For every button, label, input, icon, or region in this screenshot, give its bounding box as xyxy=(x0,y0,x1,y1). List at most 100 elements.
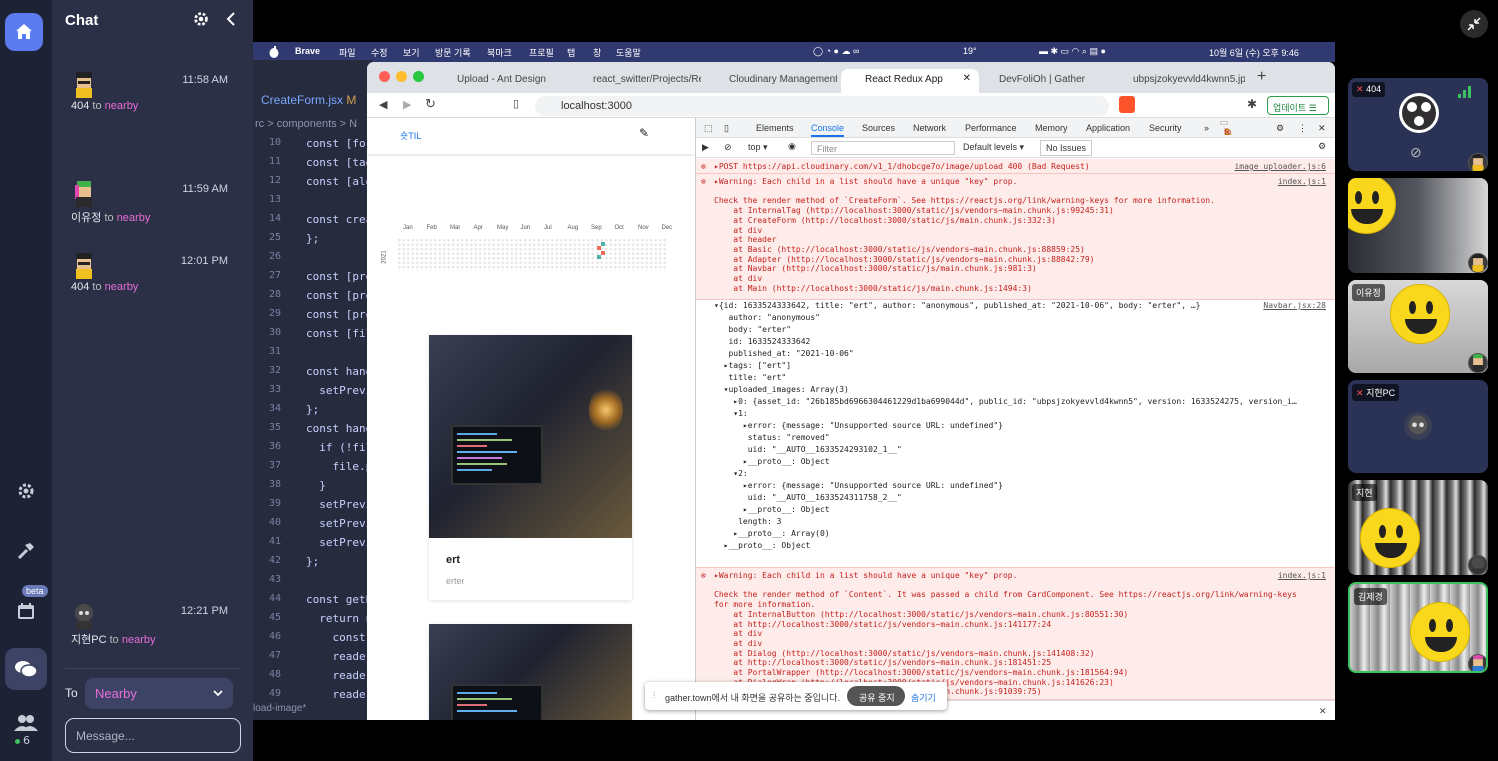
minimize-window-icon[interactable] xyxy=(396,71,407,82)
message-target[interactable]: nearby xyxy=(117,212,151,224)
object-line[interactable]: ▸error: {message: "Unsupported source UR… xyxy=(714,420,1297,432)
build-tools-button[interactable] xyxy=(0,540,52,562)
console-object-tree[interactable]: ▾{id: 1633524333642, title: "ert", autho… xyxy=(696,300,1335,566)
sidebar-toggle-icon[interactable]: ▶ xyxy=(702,142,709,153)
chat-button[interactable] xyxy=(5,648,47,690)
drag-handle-icon[interactable]: ⁞ xyxy=(653,690,656,700)
browser-tab[interactable]: DevFoliOh | Gather xyxy=(981,69,1095,93)
browser-tab-active[interactable]: React Redux App ✕ xyxy=(841,69,979,93)
devtools-tab[interactable]: Sources xyxy=(862,123,895,133)
reload-icon[interactable]: ↻ xyxy=(425,96,436,112)
code-line[interactable]: }; xyxy=(306,555,319,568)
object-line[interactable]: status: "removed" xyxy=(714,432,1297,444)
object-line[interactable]: ▸tags: ["ert"] xyxy=(714,360,1297,372)
menu-item[interactable]: 프로필 xyxy=(529,46,554,59)
object-line[interactable]: length: 3 xyxy=(714,516,1297,528)
devtools-tab[interactable]: Application xyxy=(1086,123,1130,133)
console-source-link[interactable]: index.js:1 xyxy=(1278,571,1326,580)
code-line[interactable]: }; xyxy=(306,232,319,245)
devtools-tab[interactable]: Security xyxy=(1149,123,1182,133)
issues-button[interactable]: No Issues xyxy=(1040,140,1093,156)
code-line[interactable]: const [pre xyxy=(306,289,372,302)
close-drawer-icon[interactable]: ✕ xyxy=(1319,704,1326,717)
menu-item[interactable]: 방문 기록 xyxy=(435,46,471,59)
code-line[interactable]: const [for xyxy=(306,137,372,150)
device-toolbar-icon[interactable]: ▯ xyxy=(724,123,729,134)
minimize-video-button[interactable] xyxy=(1460,10,1488,38)
inspect-icon[interactable]: ⬚ xyxy=(704,123,713,134)
console-source-link[interactable]: index.js:1 xyxy=(1278,177,1326,186)
code-line[interactable]: setPrevi xyxy=(306,498,372,511)
code-line[interactable]: reader xyxy=(306,688,372,701)
object-line[interactable]: body: "erter" xyxy=(714,324,1297,336)
extensions-icon[interactable]: ✱ xyxy=(1247,97,1257,111)
brave-shield-icon[interactable] xyxy=(1119,96,1135,113)
code-line[interactable]: const crea xyxy=(306,213,372,226)
clear-console-icon[interactable]: ⊘ xyxy=(724,142,732,153)
message-target[interactable]: nearby xyxy=(122,634,156,646)
log-levels-select[interactable]: Default levels ▾ xyxy=(963,142,1024,153)
menubar-clock[interactable]: 10월 6일 (수) 오후 9:46 xyxy=(1209,46,1299,59)
code-line[interactable]: const [pre xyxy=(306,270,372,283)
console-warning-row[interactable]: ⊗ ▸Warning: Each child in a list should … xyxy=(696,174,1335,300)
code-line[interactable]: if (!fil xyxy=(306,441,372,454)
menu-item[interactable]: 수정 xyxy=(371,46,388,59)
message-target[interactable]: nearby xyxy=(105,281,139,293)
object-line[interactable]: ▸__proto__: Object xyxy=(714,456,1297,468)
object-line[interactable]: ▾uploaded_images: Array(3) xyxy=(714,384,1297,396)
code-line[interactable]: }; xyxy=(306,403,319,416)
devtools-settings-icon[interactable]: ⚙ xyxy=(1276,123,1284,134)
code-line[interactable]: const hand xyxy=(306,365,372,378)
editor-tab-filename[interactable]: CreateForm.jsx M xyxy=(261,93,356,107)
video-tile-active-speaker[interactable]: 김제경 xyxy=(1348,582,1488,673)
object-line[interactable]: published_at: "2021-10-06" xyxy=(714,348,1297,360)
settings-button[interactable] xyxy=(0,480,52,502)
object-line[interactable]: title: "ert" xyxy=(714,372,1297,384)
console-source-link[interactable]: Navbar.jsx:28 xyxy=(1263,300,1326,312)
code-line[interactable]: setPrevi xyxy=(306,536,372,549)
bookmark-icon[interactable]: ▯ xyxy=(513,97,519,110)
zoom-window-icon[interactable] xyxy=(413,71,424,82)
object-line[interactable]: ▸__proto__: Object xyxy=(714,504,1297,516)
collapse-chat-button[interactable] xyxy=(224,11,238,32)
devtools-menu-icon[interactable]: ⋮ xyxy=(1298,123,1307,134)
issue-counter[interactable]: ⊗ 5 ⚠ 1 xyxy=(1220,121,1232,137)
code-line[interactable]: return n xyxy=(306,612,372,625)
apple-icon[interactable] xyxy=(269,46,279,58)
close-tab-icon[interactable]: ✕ xyxy=(963,73,971,84)
hide-bar-button[interactable]: 숨기기 xyxy=(911,691,936,704)
object-line[interactable]: ▾2: xyxy=(714,468,1297,480)
devtools-tab[interactable]: Network xyxy=(913,123,946,133)
object-line[interactable]: uid: "__AUTO__1633524311758_2__" xyxy=(714,492,1297,504)
object-line[interactable]: ▸error: {message: "Unsupported source UR… xyxy=(714,480,1297,492)
object-line[interactable]: ▸0: {asset_id: "26b185bd6966304461229d1b… xyxy=(714,396,1297,408)
menu-item[interactable]: 도움말 xyxy=(616,46,641,59)
code-line[interactable]: const [tag xyxy=(306,156,372,169)
edit-icon[interactable]: ✎ xyxy=(639,126,649,140)
back-icon[interactable]: ◀ xyxy=(379,98,387,111)
console-source-link[interactable]: image_uploader.js:6 xyxy=(1234,162,1326,171)
post-card[interactable] xyxy=(429,624,632,720)
code-line[interactable]: setPrevi xyxy=(306,517,372,530)
video-tile[interactable]: 이유정 xyxy=(1348,280,1488,373)
forward-icon[interactable]: ▶ xyxy=(403,98,411,111)
object-line[interactable]: ▸__proto__: Object xyxy=(714,540,1297,552)
object-line[interactable]: ▸__proto__: Array(0) xyxy=(714,528,1297,540)
context-select[interactable]: top ▾ xyxy=(748,142,768,153)
code-line[interactable]: reader xyxy=(306,669,372,682)
console-filter-input[interactable]: Filter xyxy=(811,141,955,155)
code-line[interactable]: setPrevi xyxy=(306,384,372,397)
code-line[interactable]: const xyxy=(306,631,365,644)
code-line[interactable]: const [fil xyxy=(306,327,372,340)
console-error-row[interactable]: ⊗ ▸POST https://api.cloudinary.com/v1_1/… xyxy=(696,159,1335,174)
browser-tab[interactable]: Cloudinary Management C xyxy=(709,69,837,93)
video-tile[interactable]: ✕ 404 ⊘ xyxy=(1348,78,1488,171)
browser-tab[interactable]: ubpsjzokyevvld4kwnn5.jp xyxy=(1115,69,1245,93)
address-bar[interactable]: localhost:3000 xyxy=(535,96,1109,116)
update-button[interactable]: 업데이트 ☰ xyxy=(1267,96,1329,115)
code-line[interactable]: } xyxy=(306,479,326,492)
menu-item[interactable]: 창 xyxy=(593,46,601,59)
menu-item[interactable]: 탭 xyxy=(567,46,575,59)
app-brand[interactable]: 숏TIL xyxy=(400,129,421,142)
object-line[interactable]: author: "anonymous" xyxy=(714,312,1297,324)
